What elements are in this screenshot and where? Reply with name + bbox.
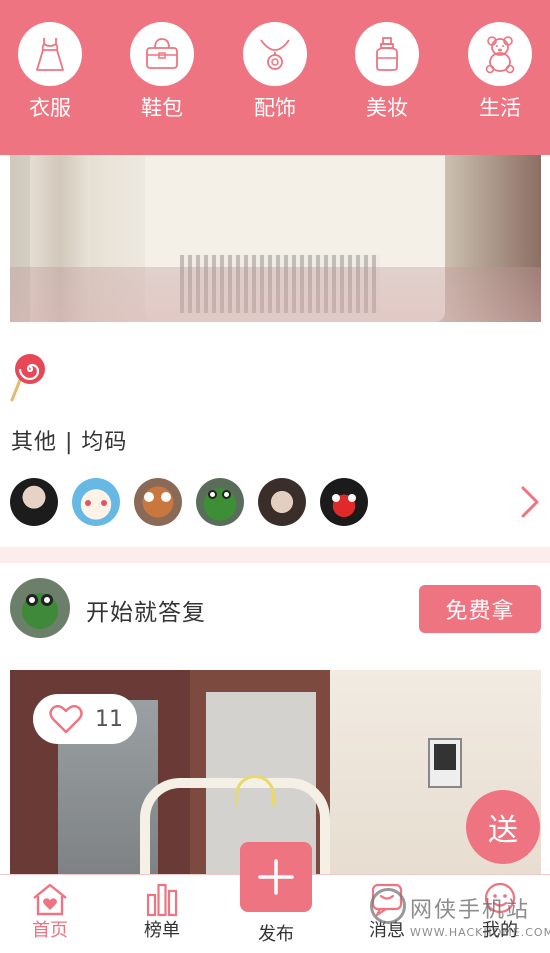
category-label: 生活	[479, 96, 521, 120]
send-button[interactable]: 送	[466, 790, 540, 864]
tab-home[interactable]: 首页	[5, 881, 95, 941]
category-bags[interactable]: 鞋包	[117, 22, 207, 120]
bar-chart-icon	[146, 883, 178, 917]
category-label: 配饰	[254, 96, 296, 120]
category-label: 美妆	[366, 96, 408, 120]
tab-label: 榜单	[144, 920, 180, 941]
tab-label: 发布	[258, 924, 294, 945]
category-label: 鞋包	[141, 96, 183, 120]
avatar[interactable]	[196, 478, 244, 526]
handbag-icon	[146, 38, 178, 69]
category-bar: 衣服 鞋包 配饰 美妆 生活	[0, 0, 550, 155]
teddy-bear-icon	[485, 36, 515, 74]
watermark-url: WWW.HACKHOME.COM	[410, 926, 550, 939]
necklace-icon	[260, 39, 290, 70]
like-button[interactable]: 11	[33, 694, 137, 744]
lollipop-icon	[10, 354, 45, 402]
category-life[interactable]: 生活	[455, 22, 545, 120]
tab-ranking[interactable]: 榜单	[117, 881, 207, 941]
free-take-button[interactable]: 免费拿	[419, 585, 541, 633]
avatar[interactable]	[10, 478, 58, 526]
avatar[interactable]	[258, 478, 306, 526]
watermark-text: 网侠手机站	[410, 898, 531, 923]
avatar[interactable]	[10, 578, 70, 638]
item-photo[interactable]	[10, 155, 541, 322]
post-user-name[interactable]: 开始就答复	[86, 593, 206, 627]
publish-button[interactable]	[240, 842, 312, 912]
section-divider	[0, 547, 550, 563]
avatar[interactable]	[134, 478, 182, 526]
plus-icon	[258, 859, 294, 895]
tab-label: 首页	[32, 920, 68, 941]
watermark-logo-icon	[370, 888, 406, 924]
like-count: 11	[95, 706, 123, 732]
heart-icon	[49, 704, 83, 734]
item-meta: 其他 | 均码	[11, 430, 128, 455]
home-heart-icon	[33, 883, 67, 916]
dress-icon	[36, 38, 64, 71]
category-label: 衣服	[29, 96, 71, 120]
category-clothes[interactable]: 衣服	[5, 22, 95, 120]
chevron-right-icon[interactable]	[518, 484, 542, 520]
category-makeup[interactable]: 美妆	[342, 22, 432, 120]
avatar[interactable]	[320, 478, 368, 526]
perfume-icon	[376, 37, 398, 71]
category-accessories[interactable]: 配饰	[230, 22, 320, 120]
avatar[interactable]	[72, 478, 120, 526]
